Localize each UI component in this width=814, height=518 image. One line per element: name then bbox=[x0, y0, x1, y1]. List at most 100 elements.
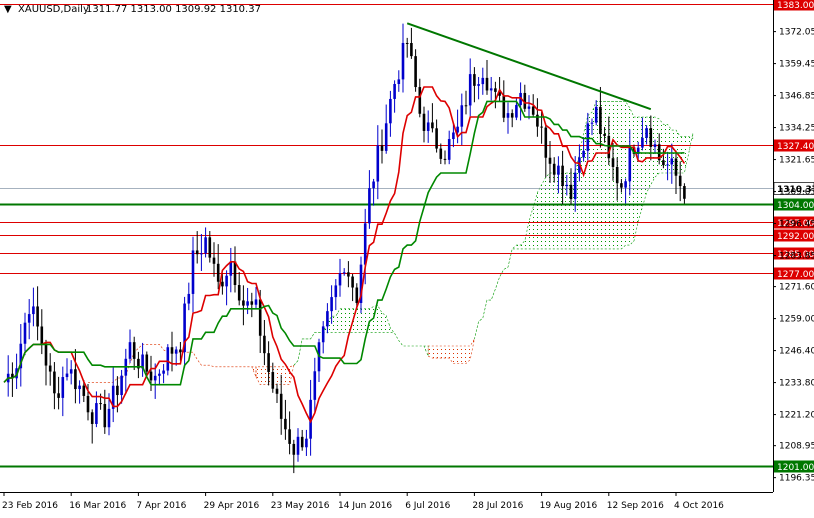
candle-body bbox=[216, 263, 220, 282]
candle-body bbox=[670, 158, 674, 165]
candle-body bbox=[250, 301, 254, 305]
candle-body bbox=[149, 371, 153, 381]
candle-body bbox=[573, 172, 577, 200]
y-tick-label: 1359.45 bbox=[779, 60, 814, 70]
candle-body bbox=[351, 276, 354, 288]
candle-body bbox=[191, 250, 195, 294]
candle-body bbox=[48, 365, 52, 372]
candle-body bbox=[611, 158, 615, 167]
candle-body bbox=[95, 403, 98, 424]
candle-body bbox=[405, 42, 409, 44]
candle-body bbox=[288, 429, 291, 444]
x-tick-label: 6 Jul 2016 bbox=[405, 501, 450, 511]
candle-body bbox=[275, 388, 279, 394]
candle-body bbox=[628, 147, 632, 182]
candle-body bbox=[305, 438, 308, 448]
x-tick-label: 12 Sep 2016 bbox=[607, 501, 664, 511]
candle-body bbox=[53, 371, 56, 394]
candle-body bbox=[502, 95, 506, 118]
candle-body bbox=[389, 98, 392, 124]
candle-body bbox=[86, 395, 90, 413]
candle-body bbox=[120, 375, 123, 396]
candle-body bbox=[452, 132, 455, 140]
candle-body bbox=[552, 163, 556, 175]
candle-body bbox=[208, 237, 212, 258]
candle-body bbox=[355, 287, 359, 303]
candle-body bbox=[594, 106, 598, 123]
candle-body bbox=[615, 166, 619, 184]
candle-body bbox=[246, 301, 249, 306]
candle-body bbox=[485, 77, 489, 91]
candle-body bbox=[174, 349, 178, 354]
candle-body bbox=[342, 272, 346, 274]
candle-body bbox=[506, 113, 510, 118]
candle-body bbox=[116, 385, 119, 396]
candle-body bbox=[586, 123, 590, 151]
level-label-1201.00: 1201.00 bbox=[777, 463, 814, 473]
candle-body bbox=[540, 126, 543, 128]
y-tick-label: 1259.00 bbox=[779, 315, 814, 325]
chart-background bbox=[0, 0, 814, 514]
candle-body bbox=[279, 393, 283, 419]
x-tick-label: 14 Jun 2016 bbox=[338, 501, 392, 511]
candle-body bbox=[82, 385, 86, 396]
price-chart[interactable]: 1383.001327.401304.001297.001292.001285.… bbox=[0, 0, 814, 514]
candle-body bbox=[57, 393, 60, 398]
x-tick-label: 28 Jul 2016 bbox=[472, 501, 523, 511]
candle-body bbox=[313, 371, 317, 400]
candle-body bbox=[69, 369, 73, 374]
candle-body bbox=[422, 113, 426, 131]
candle-body bbox=[292, 443, 296, 455]
candle-body bbox=[195, 250, 199, 255]
candle-body bbox=[254, 299, 258, 305]
candle-body bbox=[179, 349, 182, 353]
candle-body bbox=[61, 377, 65, 398]
candle-body bbox=[674, 158, 678, 176]
candle-body bbox=[221, 281, 224, 287]
y-tick-label: 1283.85 bbox=[779, 252, 814, 262]
x-tick-label: 19 Aug 2016 bbox=[540, 501, 598, 511]
y-tick-label: 1321.65 bbox=[779, 156, 814, 166]
x-tick-label: 4 Oct 2016 bbox=[674, 501, 724, 511]
candle-body bbox=[225, 275, 228, 287]
x-tick-label: 23 May 2016 bbox=[271, 501, 330, 511]
candle-body bbox=[410, 42, 413, 57]
candle-body bbox=[372, 181, 375, 189]
candle-body bbox=[481, 77, 485, 85]
candle-body bbox=[65, 373, 69, 378]
chart-area[interactable]: 1383.00 1327.40 1304.00 1297.00 1292.00 1285.… bbox=[0, 0, 814, 514]
x-tick-label: 7 Apr 2016 bbox=[136, 501, 186, 511]
candle-body bbox=[527, 106, 531, 109]
candle-body bbox=[132, 342, 136, 359]
level-label-1304.00: 1304.00 bbox=[777, 201, 814, 211]
candle-body bbox=[531, 106, 535, 115]
candle-body bbox=[128, 342, 132, 359]
candle-body bbox=[624, 181, 627, 188]
candle-body bbox=[393, 84, 396, 99]
candle-body bbox=[662, 160, 665, 166]
candle-body bbox=[162, 370, 165, 374]
candle-body bbox=[90, 412, 94, 424]
candle-body bbox=[544, 127, 548, 158]
candle-body bbox=[477, 84, 480, 86]
candle-body bbox=[607, 135, 611, 159]
candle-body bbox=[447, 139, 451, 160]
chart-header: ▼ XAUUSD,Daily 1311.77 1313.00 1309.92 1… bbox=[4, 4, 261, 15]
candle-body bbox=[515, 105, 518, 118]
candle-body bbox=[569, 184, 573, 200]
candle-body bbox=[338, 273, 342, 286]
candle-body bbox=[321, 326, 325, 343]
candle-body bbox=[271, 372, 275, 389]
candle-body bbox=[107, 408, 111, 428]
y-tick-label: 1296.45 bbox=[779, 220, 814, 230]
candle-body bbox=[599, 106, 602, 135]
candle-body bbox=[233, 261, 237, 286]
candle-body bbox=[439, 148, 443, 159]
y-tick-label: 1233.80 bbox=[779, 379, 814, 389]
y-tick-label: 1271.60 bbox=[779, 283, 814, 293]
level-label-1277.00: 1277.00 bbox=[777, 270, 814, 280]
y-tick-label: 1221.20 bbox=[779, 411, 814, 421]
candle-body bbox=[242, 300, 245, 306]
candle-body bbox=[145, 354, 149, 372]
candle-body bbox=[510, 113, 514, 118]
